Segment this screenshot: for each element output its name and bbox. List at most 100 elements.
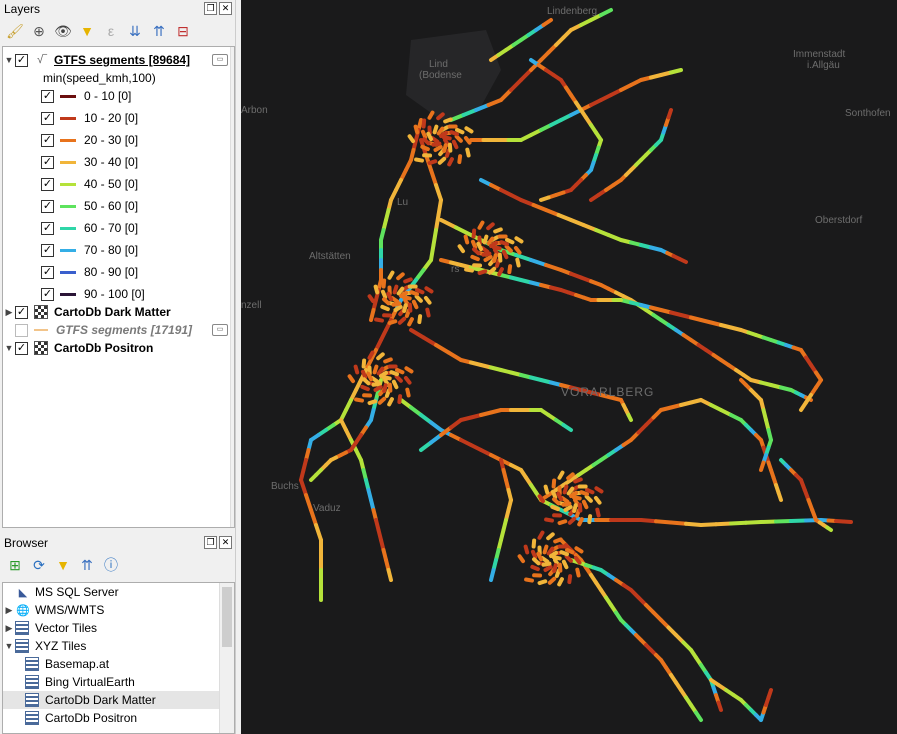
legend-class-row[interactable]: ✓ 70 - 80 [0] xyxy=(41,239,234,261)
browser-item-bing-virtualearth[interactable]: Bing VirtualEarth xyxy=(3,673,234,691)
map-canvas[interactable]: Lindenberg Lind (Bodense Immenstadt i.Al… xyxy=(241,0,897,734)
browser-item-vector-tiles[interactable]: ▶ Vector Tiles xyxy=(3,619,234,637)
map-label-lindenberg: Lindenberg xyxy=(547,6,597,17)
layer-visibility-checkbox[interactable]: ✓ xyxy=(15,341,28,355)
layer-visibility-checkbox[interactable] xyxy=(15,323,28,337)
route-segment xyxy=(431,141,442,147)
filter-icon[interactable]: ▼ xyxy=(54,556,72,574)
add-selected-icon[interactable]: ⊞ xyxy=(6,556,24,574)
legend-class-row[interactable]: ✓ 30 - 40 [0] xyxy=(41,151,234,173)
browser-item-cartodb-dark-matter[interactable]: CartoDb Dark Matter xyxy=(3,691,234,709)
close-icon[interactable]: ✕ xyxy=(219,536,232,549)
layer-visibility-checkbox[interactable]: ✓ xyxy=(15,305,28,319)
route-segment xyxy=(391,301,402,307)
route-segment xyxy=(606,233,623,242)
route-segment xyxy=(455,127,465,135)
legend-class-row[interactable]: ✓ 50 - 60 [0] xyxy=(41,195,234,217)
layers-scrollbar[interactable] xyxy=(230,47,234,527)
class-visibility-checkbox[interactable]: ✓ xyxy=(41,265,54,279)
legend-class-row[interactable]: ✓ 80 - 90 [0] xyxy=(41,261,234,283)
tile-icon xyxy=(25,693,39,707)
browser-item-cartodb-positron[interactable]: CartoDb Positron xyxy=(3,709,234,727)
filter-expression-icon[interactable]: ε xyxy=(102,22,120,40)
route-segment xyxy=(397,316,407,325)
expand-arrow-icon[interactable]: ▶ xyxy=(3,623,15,634)
legend-class-row[interactable]: ✓ 0 - 10 [0] xyxy=(41,85,234,107)
item-label: XYZ Tiles xyxy=(35,639,87,653)
item-label: Bing VirtualEarth xyxy=(45,675,135,689)
class-visibility-checkbox[interactable]: ✓ xyxy=(41,221,54,235)
collapse-arrow-icon[interactable]: ▼ xyxy=(3,641,15,651)
route-segment xyxy=(491,245,502,251)
browser-item-wms-wmts[interactable]: ▶ 🌐 WMS/WMTS xyxy=(3,601,234,619)
route-segment xyxy=(537,494,546,504)
route-segment xyxy=(369,308,376,322)
route-segment xyxy=(387,319,398,326)
class-visibility-checkbox[interactable]: ✓ xyxy=(41,177,54,191)
close-icon[interactable]: ✕ xyxy=(219,2,232,15)
filter-indicator-icon[interactable]: ▭ xyxy=(212,54,228,66)
float-icon[interactable]: ❐ xyxy=(204,536,217,549)
route-segment xyxy=(429,168,438,187)
route-segment xyxy=(560,496,570,504)
class-visibility-checkbox[interactable]: ✓ xyxy=(41,133,54,147)
class-visibility-checkbox[interactable]: ✓ xyxy=(41,155,54,169)
expand-all-icon[interactable]: ⇊ xyxy=(126,22,144,40)
route-segment xyxy=(387,382,393,393)
legend-class-row[interactable]: ✓ 60 - 70 [0] xyxy=(41,217,234,239)
collapse-all-icon[interactable]: ⇈ xyxy=(150,22,168,40)
route-segment xyxy=(434,343,451,355)
map-label-lustenau: Lu xyxy=(397,197,408,208)
filter-indicator-icon[interactable]: ▭ xyxy=(212,324,228,336)
filter-legend-icon[interactable]: ▼ xyxy=(78,22,96,40)
class-visibility-checkbox[interactable]: ✓ xyxy=(41,243,54,257)
layer-cartodb-positron[interactable]: ▼ ✓ CartoDb Positron xyxy=(3,337,234,359)
map-label-immenstadt: Immenstadt xyxy=(793,49,845,60)
refresh-icon[interactable]: ⟳ xyxy=(30,556,48,574)
route-segment xyxy=(367,399,378,406)
remove-layer-icon[interactable]: ⊟ xyxy=(174,22,192,40)
browser-scrollbar[interactable] xyxy=(219,583,234,733)
route-segment xyxy=(413,124,420,135)
class-visibility-checkbox[interactable]: ✓ xyxy=(41,111,54,125)
expand-arrow-icon[interactable]: ▶ xyxy=(3,307,15,318)
browser-item-ms-sql-server[interactable]: ◣ MS SQL Server xyxy=(3,583,234,601)
route-segment xyxy=(390,296,400,304)
route-segment xyxy=(572,503,578,513)
route-segment xyxy=(547,576,557,585)
route-segment xyxy=(492,253,498,263)
route-segment xyxy=(409,328,426,340)
float-icon[interactable]: ❐ xyxy=(204,2,217,15)
route-segment xyxy=(501,249,509,260)
route-segment xyxy=(553,537,563,544)
layer-visibility-checkbox[interactable]: ✓ xyxy=(15,53,28,67)
route-segment xyxy=(394,374,403,383)
class-visibility-checkbox[interactable]: ✓ xyxy=(41,199,54,213)
route-segment xyxy=(561,559,569,570)
legend-class-row[interactable]: ✓ 40 - 50 [0] xyxy=(41,173,234,195)
legend-class-row[interactable]: ✓ 10 - 20 [0] xyxy=(41,107,234,129)
browser-item-basemap-at[interactable]: Basemap.at xyxy=(3,655,234,673)
style-brush-icon[interactable]: 🖌 xyxy=(6,22,24,40)
route-segment xyxy=(441,135,452,141)
class-visibility-checkbox[interactable]: ✓ xyxy=(41,287,54,301)
line-style-icon xyxy=(34,329,48,331)
add-group-icon[interactable]: ⊕ xyxy=(30,22,48,40)
route-segment xyxy=(581,223,598,232)
class-visibility-checkbox[interactable]: ✓ xyxy=(41,89,54,103)
collapse-arrow-icon[interactable]: ▼ xyxy=(3,343,15,353)
info-icon[interactable]: ⓘ xyxy=(102,556,120,574)
visibility-eye-icon[interactable]: 👁 xyxy=(54,22,72,40)
collapse-arrow-icon[interactable]: ▼ xyxy=(3,55,15,65)
mssql-icon: ◣ xyxy=(18,586,28,599)
collapse-all-icon[interactable]: ⇈ xyxy=(78,556,96,574)
raster-layer-icon xyxy=(34,305,48,319)
route-segment xyxy=(373,284,380,295)
route-segment xyxy=(489,240,499,249)
scrollbar-thumb[interactable] xyxy=(222,587,232,647)
route-segment xyxy=(299,478,308,497)
legend-class-row[interactable]: ✓ 20 - 30 [0] xyxy=(41,129,234,151)
browser-item-xyz-tiles[interactable]: ▼ XYZ Tiles xyxy=(3,637,234,655)
expand-arrow-icon[interactable]: ▶ xyxy=(3,605,15,616)
class-color-swatch xyxy=(60,248,76,252)
